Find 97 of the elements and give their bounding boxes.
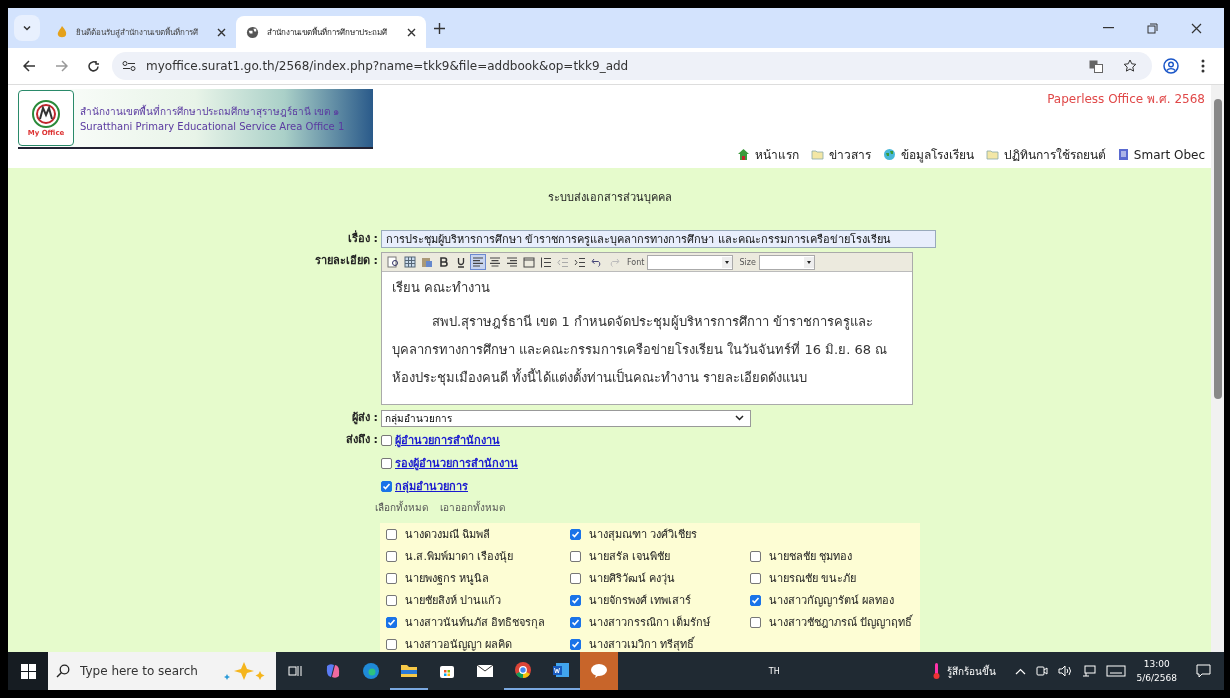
person-name: นายศิริวัฒน์ คงวุ่น	[589, 571, 676, 587]
table-icon[interactable]	[403, 255, 417, 269]
person-name: นางสาวนันท์นภัส อิทธิชจรกุล	[405, 615, 546, 631]
group-link[interactable]: กลุ่มอำนวยการ	[395, 477, 468, 495]
person-name: น.ส.พิมพ์มาดา เรืองนุ้ย	[405, 549, 514, 565]
preview-icon[interactable]	[386, 255, 400, 269]
checkbox[interactable]	[386, 638, 397, 650]
toolbar-label: Font	[627, 257, 645, 267]
select-all-link[interactable]: เลือกทั้งหมด	[375, 500, 428, 515]
checkbox[interactable]	[386, 528, 397, 540]
person-name: นายชัยสิงห์ ปานแก้ว	[405, 593, 502, 609]
close-icon[interactable]	[217, 27, 226, 37]
organization-name: สำนักงานเขตพื้นที่การศึกษาประถมศึกษาสุราษฎร์ธานี เขต ๑	[80, 104, 341, 119]
organization-name: Suratthani Primary Educational Service Area Office 1	[80, 121, 345, 132]
nav-link[interactable]: ปฏิทินการใช้รถยนต์	[985, 145, 1106, 164]
search-bar[interactable]: Type here to search	[48, 652, 276, 690]
frame-icon[interactable]	[522, 255, 536, 269]
browser-tab[interactable]: สำนักงานเขตพื้นที่การศึกษาประถมศึ	[236, 16, 426, 48]
align-icon[interactable]	[488, 255, 502, 269]
checkbox[interactable]	[381, 457, 392, 469]
list-icon[interactable]	[539, 255, 553, 269]
sender-dropdown[interactable]: กลุ่มอำนวยการ	[381, 409, 751, 427]
clock[interactable]: 13:00 5/6/2568	[1136, 657, 1177, 685]
sparkle-icon	[222, 661, 268, 681]
checkbox[interactable]	[386, 616, 397, 628]
person-name: นางสาวชัชฎาภรณ์ ปัญญาฤทธิ์	[769, 613, 913, 631]
new-tab-icon[interactable]	[434, 22, 445, 34]
caret-icon	[722, 256, 733, 268]
person-name: นางสุมณฑา วงศ์วิเชียร	[589, 527, 698, 543]
bold-icon[interactable]	[437, 255, 451, 269]
nav-link[interactable]: Smart Obec	[1117, 145, 1205, 164]
checkbox[interactable]	[570, 638, 581, 650]
language-indicator[interactable]: TH	[768, 666, 780, 676]
person-name: นายรณชัย ขนะภัย	[769, 571, 857, 587]
checkbox[interactable]	[570, 594, 581, 606]
person-name: นางสาวอนัญญา ผลคิด	[405, 637, 513, 652]
scrollbar[interactable]	[1211, 85, 1224, 652]
toolbar-label: Size	[739, 257, 756, 267]
caret-icon	[22, 23, 32, 33]
folder-icon	[985, 149, 999, 160]
field-label: ผู้ส่ง :	[350, 410, 378, 427]
home-icon	[736, 148, 750, 161]
field-label: รายละเอียด :	[313, 253, 378, 269]
globe-icon	[246, 25, 259, 39]
checkbox[interactable]	[570, 572, 581, 584]
start-icon[interactable]	[8, 652, 48, 690]
caret-icon	[735, 415, 744, 421]
checkbox[interactable]	[381, 434, 392, 446]
form-title: ระบบส่งเอกสารส่วนบุคคล	[546, 190, 673, 206]
folder-icon	[810, 149, 824, 160]
checkbox[interactable]	[750, 572, 761, 584]
nav-link[interactable]: หน้าแรก	[736, 145, 799, 164]
person-name: นายสรัล เจนพิชัย	[589, 549, 671, 565]
chat-icon[interactable]	[580, 652, 618, 690]
checkbox[interactable]	[386, 550, 397, 562]
address-bar[interactable]: myoffice.surat1.go.th/2568/index.php?name=tkk9&file=addbook&op=tkk9_add	[112, 52, 1152, 80]
checkbox[interactable]	[570, 616, 581, 628]
field-label: ส่งถึง :	[344, 432, 378, 448]
nav-link[interactable]: ข้อมูลโรงเรียน	[882, 145, 974, 164]
group-link[interactable]: ผู้อำนวยการสำนักงาน	[395, 431, 500, 449]
document-icon	[1117, 148, 1129, 161]
caret-icon	[803, 256, 814, 268]
editor-text: สพป.สุราษฎร์ธานี เขต 1 กำหนดจัดประชุมผู้บริหารการศึกาา ข้าราชการครูและบุคลากรทางการศึกษา และคณะกรรมการเครือข่ายโรงเรียน ในวันจันทร์ที่ 16 มิ.ย. 68 ณ ห้องประชุมเมืองคนดี ทั้งนี้ได้แต่งตั้งท่านเป็นคณะทำงาน รายละเอียดดังแนบ	[392, 313, 889, 388]
field-label: เรื่อง :	[346, 230, 378, 247]
person-name: นางดวงมณี ฉิมพลี	[405, 527, 491, 543]
tagline: Paperless Office พ.ศ. 2568	[1047, 91, 1205, 108]
person-name: นายจักรพงศ์ เทพเสาร์	[589, 593, 692, 609]
globe-icon	[882, 148, 896, 161]
person-name: นางสาวกรรณิกา เต็มรักษ์	[589, 614, 711, 631]
deselect-all-link[interactable]: เอาออกทั้งหมด	[440, 500, 505, 515]
flame-icon	[56, 25, 68, 39]
close-icon[interactable]	[407, 27, 416, 37]
checkbox[interactable]	[570, 528, 581, 540]
checkbox[interactable]	[750, 550, 761, 562]
nav-link[interactable]: ข่าวสาร	[810, 145, 871, 164]
checkbox[interactable]	[570, 550, 581, 562]
weather-text[interactable]: รู้สึกร้อนขึ้น	[946, 663, 996, 679]
checkbox[interactable]	[750, 594, 761, 606]
person-name: นางสาวกัญญารัตน์ ผลทอง	[769, 593, 895, 609]
search-field[interactable]: Type here to search	[78, 663, 214, 679]
checkbox[interactable]	[381, 480, 392, 492]
subject-field[interactable]: การประชุมผู้บริหารการศึกษา ข้าราชการครูและบุคลากรทางการศึกษา และคณะกรรมการเครือข่ายโรงเรียน	[381, 230, 936, 248]
scrollbar-thumb[interactable]	[1213, 99, 1222, 399]
indent-icon[interactable]	[573, 255, 587, 269]
person-name: นายชลชัย ชุมทอง	[769, 549, 853, 565]
person-name: นายพงฐกร หนูนิล	[405, 571, 490, 587]
align-icon[interactable]	[471, 255, 485, 269]
browser-tab[interactable]: ยินดีต้อนรับสู่สำนักงานเขตพื้นที่การศึ	[46, 16, 236, 48]
checkbox[interactable]	[386, 594, 397, 606]
checkbox[interactable]	[750, 616, 761, 628]
checkbox[interactable]	[386, 572, 397, 584]
search-icon	[56, 664, 70, 678]
site-settings-icon[interactable]	[122, 61, 136, 71]
editor-text: เรียน คณะทำงาน	[392, 279, 492, 297]
align-icon[interactable]	[505, 255, 519, 269]
person-name: นางสาวเมวิกา ทรีสุทธิ์	[589, 635, 695, 652]
group-link[interactable]: รองผู้อำนวยการสำนักงาน	[395, 454, 518, 472]
